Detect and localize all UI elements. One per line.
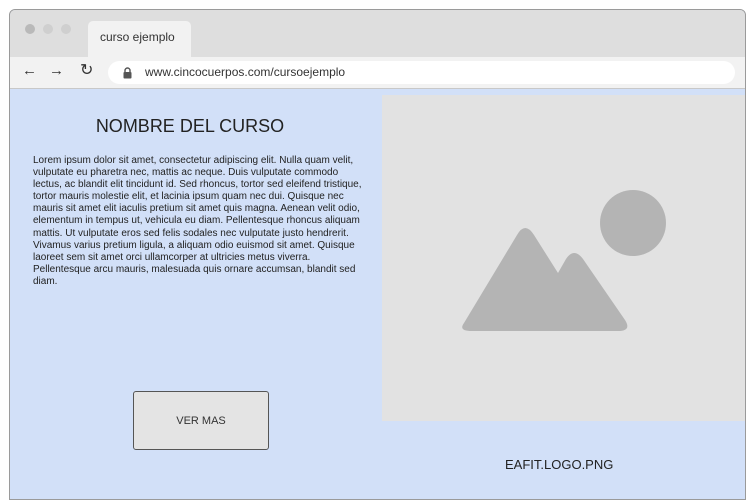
url-text[interactable]: www.cincocuerpos.com/cursoejemplo bbox=[145, 65, 345, 79]
back-arrow-icon[interactable]: ← bbox=[22, 61, 37, 81]
browser-nav-bar: ← → ↻ www.cincocuerpos.com/cursoejemplo bbox=[10, 57, 745, 89]
forward-arrow-icon[interactable]: → bbox=[49, 61, 64, 81]
image-placeholder bbox=[382, 95, 745, 421]
close-window-icon[interactable] bbox=[25, 24, 35, 34]
lock-icon bbox=[123, 66, 132, 84]
reload-icon[interactable]: ↻ bbox=[80, 61, 93, 81]
maximize-window-icon[interactable] bbox=[61, 24, 71, 34]
course-title: NOMBRE DEL CURSO bbox=[95, 116, 285, 136]
address-bar[interactable]: www.cincocuerpos.com/cursoejemplo bbox=[108, 61, 735, 84]
browser-title-bar: curso ejemplo bbox=[10, 10, 745, 58]
browser-tab[interactable]: curso ejemplo bbox=[88, 21, 191, 58]
course-description: Lorem ipsum dolor sit amet, consectetur … bbox=[33, 155, 362, 287]
tab-title: curso ejemplo bbox=[100, 30, 175, 44]
minimize-window-icon[interactable] bbox=[43, 24, 53, 34]
browser-window: curso ejemplo ← → ↻ www.cincocuerpos.com… bbox=[9, 9, 746, 500]
ver-mas-button[interactable]: VER MAS bbox=[133, 391, 269, 450]
image-placeholder-icon bbox=[462, 190, 666, 331]
logo-caption: EAFIT.LOGO.PNG bbox=[505, 457, 614, 472]
page-content: NOMBRE DEL CURSO Lorem ipsum dolor sit a… bbox=[10, 89, 745, 499]
